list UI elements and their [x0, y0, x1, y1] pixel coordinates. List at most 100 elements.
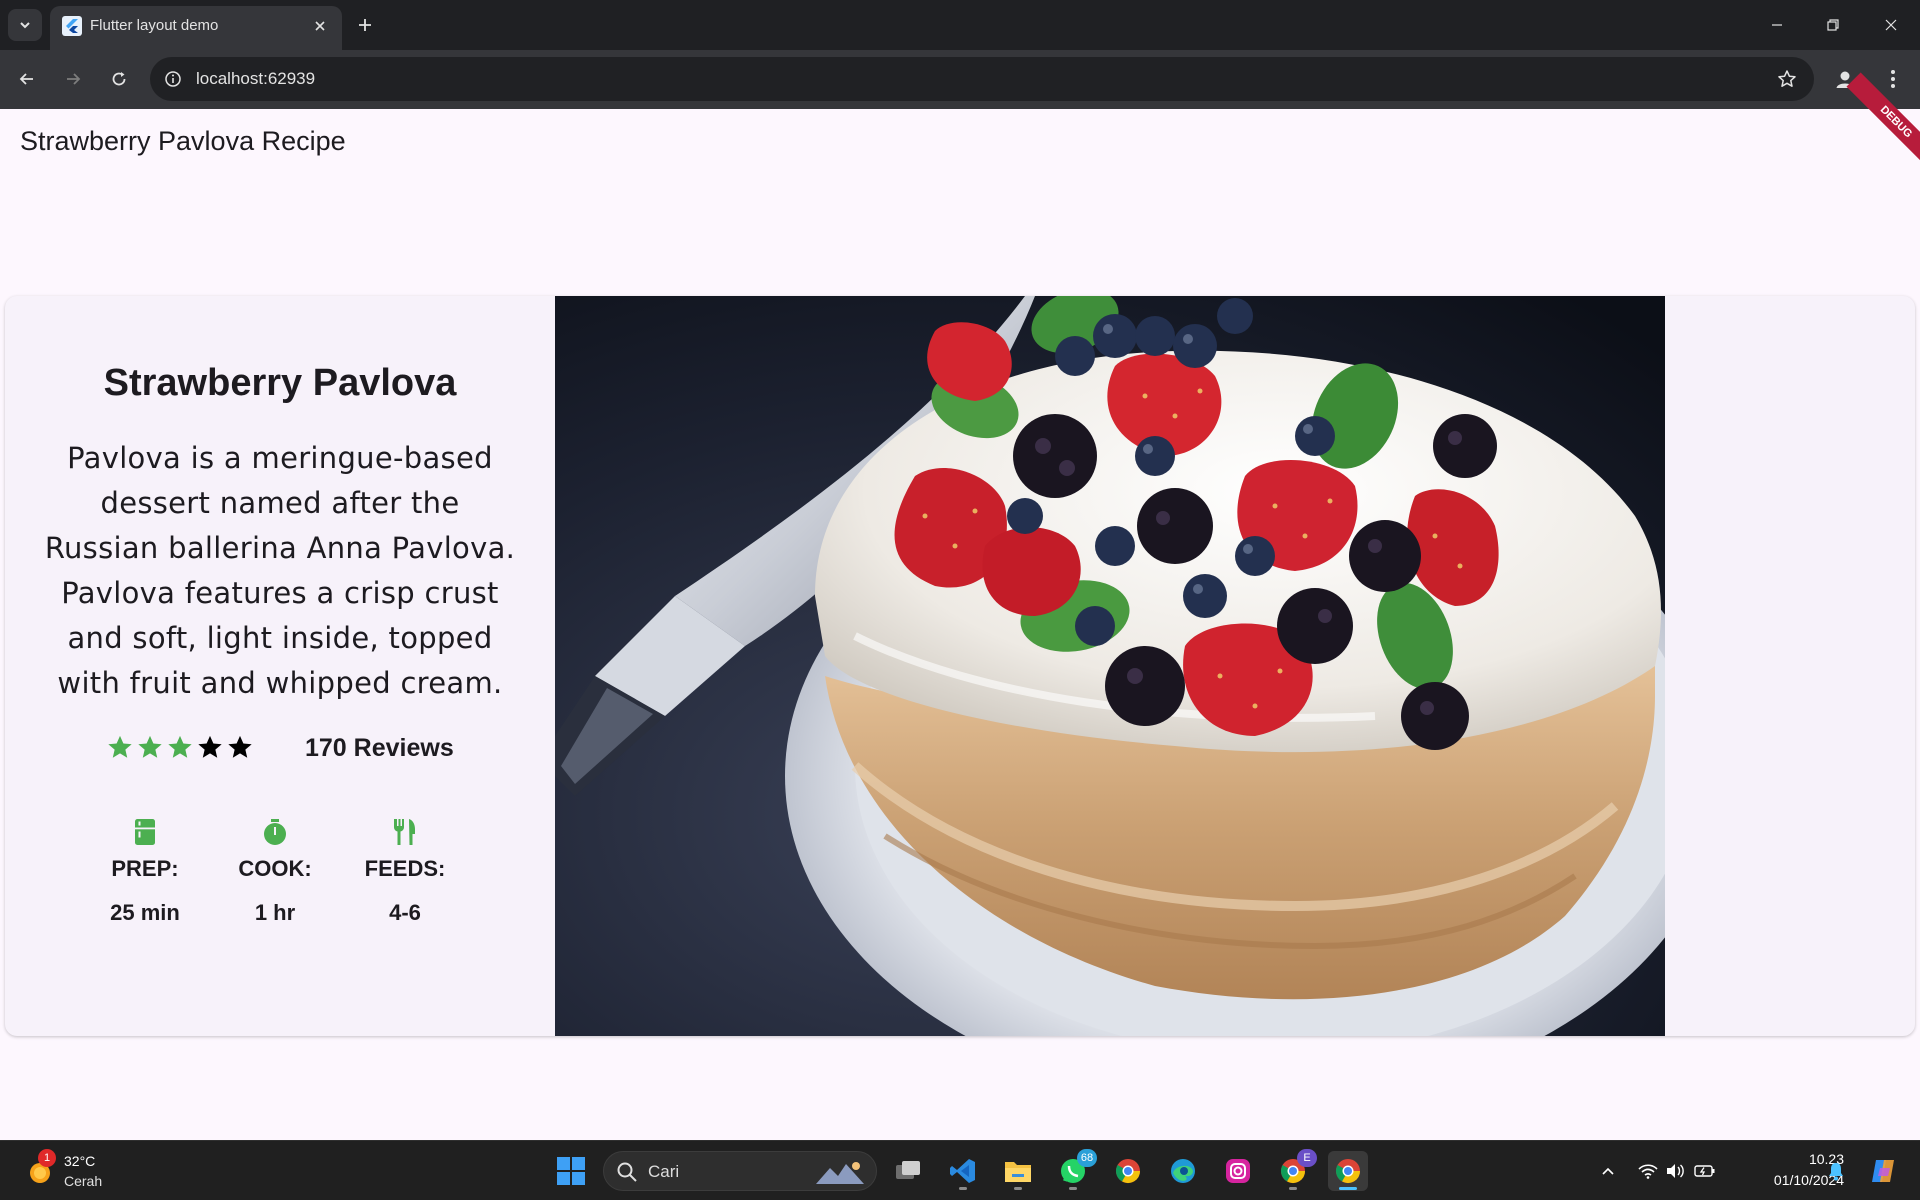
- new-tab-button[interactable]: [352, 12, 378, 38]
- url-text[interactable]: localhost:62939: [196, 69, 315, 89]
- battery-button[interactable]: [1693, 1159, 1717, 1183]
- taskbar-search[interactable]: Cari: [603, 1151, 877, 1191]
- wifi-button[interactable]: [1636, 1159, 1660, 1183]
- info-value: 4-6: [389, 900, 421, 925]
- speaker-icon: [1667, 1164, 1684, 1178]
- recipe-info-row: PREP: 25 min COOK: 1 hr FEEDS: 4-6: [85, 816, 485, 946]
- reload-button[interactable]: [104, 64, 134, 94]
- task-view-button[interactable]: [888, 1151, 928, 1191]
- browser-tab-bar: Flutter layout demo: [0, 0, 1920, 50]
- weather-badge: 1: [38, 1149, 56, 1167]
- tab-close-button[interactable]: [310, 16, 330, 36]
- chrome-profile-badge: E: [1297, 1149, 1317, 1167]
- info-value: 25 min: [110, 900, 180, 925]
- search-highlight-art-icon: [816, 1162, 864, 1184]
- star-icon: [165, 732, 195, 762]
- info-cook: COOK: 1 hr: [215, 816, 335, 926]
- bookmark-star-icon[interactable]: [1776, 68, 1798, 90]
- recipe-details-column: Strawberry Pavlova Pavlova is a meringue…: [5, 296, 555, 1036]
- show-hidden-icons-button[interactable]: [1596, 1159, 1620, 1183]
- taskbar-edge[interactable]: [1163, 1151, 1203, 1191]
- weather-condition: Cerah: [64, 1173, 103, 1189]
- weather-temp: 32°C: [64, 1153, 96, 1169]
- arrow-right-icon: [67, 73, 81, 85]
- chevron-down-icon: [20, 22, 30, 29]
- taskbar-chrome-profile[interactable]: E: [1273, 1149, 1317, 1191]
- close-window-button[interactable]: [1876, 10, 1906, 40]
- running-indicator: [959, 1187, 967, 1190]
- search-icon: [617, 1162, 637, 1182]
- minimize-icon: [1772, 24, 1782, 26]
- star-icon: [105, 732, 135, 762]
- timer-icon: [215, 816, 335, 848]
- notifications-button[interactable]: [1824, 1159, 1848, 1183]
- wifi-icon: [1638, 1164, 1658, 1179]
- info-prep: PREP: 25 min: [85, 816, 205, 926]
- search-placeholder: Cari: [648, 1162, 680, 1181]
- kitchen-icon: [85, 816, 205, 848]
- arrow-left-icon: [19, 73, 33, 85]
- taskbar-instagram[interactable]: [1218, 1151, 1258, 1191]
- star-icon: [195, 732, 225, 762]
- back-button[interactable]: [12, 64, 42, 94]
- info-value: 1 hr: [254, 900, 296, 925]
- taskbar-whatsapp[interactable]: 68: [1053, 1149, 1097, 1191]
- volume-button[interactable]: [1663, 1159, 1687, 1183]
- browser-menu-button[interactable]: [1878, 64, 1908, 94]
- star-icon: [225, 732, 255, 762]
- active-tab[interactable]: Flutter layout demo: [50, 6, 342, 50]
- app-bar-title: Strawberry Pavlova Recipe: [20, 126, 346, 156]
- plus-icon: [359, 19, 371, 31]
- taskbar-vscode[interactable]: [943, 1151, 983, 1191]
- reload-icon: [112, 72, 126, 86]
- restaurant-icon: [345, 816, 465, 848]
- running-indicator: [1014, 1187, 1022, 1190]
- bell-icon: [1829, 1163, 1843, 1181]
- info-label: COOK:: [238, 856, 312, 881]
- more-vert-icon: [1891, 70, 1895, 88]
- tab-title: Flutter layout demo: [90, 17, 219, 34]
- active-indicator: [1339, 1187, 1357, 1190]
- copilot-button[interactable]: [1866, 1154, 1900, 1188]
- windows-taskbar: 1 32°C Cerah Cari 68 E 10.23 01/10/2024: [0, 1140, 1920, 1200]
- address-bar[interactable]: localhost:62939: [150, 57, 1814, 101]
- chevron-up-icon: [1602, 1167, 1614, 1175]
- windows-logo-icon: [557, 1157, 585, 1185]
- recipe-card: Strawberry Pavlova Pavlova is a meringue…: [5, 296, 1915, 1036]
- flutter-favicon-icon: [62, 16, 82, 36]
- forward-button[interactable]: [58, 64, 88, 94]
- weather-widget[interactable]: 1 32°C Cerah: [24, 1149, 144, 1193]
- minimize-button[interactable]: [1762, 10, 1792, 40]
- running-indicator: [1069, 1187, 1077, 1190]
- vscode-icon: [950, 1159, 975, 1183]
- pavlova-photo: [555, 296, 1665, 1036]
- battery-charging-icon: [1694, 1165, 1715, 1177]
- taskbar-chrome[interactable]: [1108, 1151, 1148, 1191]
- info-label: PREP:: [111, 856, 179, 881]
- edge-icon: [1171, 1159, 1195, 1183]
- info-label: FEEDS:: [364, 856, 446, 881]
- star-icon: [135, 732, 165, 762]
- browser-toolbar: localhost:62939: [0, 50, 1920, 109]
- running-indicator: [1289, 1187, 1297, 1190]
- info-feeds: FEEDS: 4-6: [345, 816, 465, 926]
- taskbar-file-explorer[interactable]: [998, 1151, 1038, 1191]
- recipe-title: Strawberry Pavlova: [103, 362, 457, 404]
- tab-search-button[interactable]: [8, 9, 42, 41]
- recipe-description: Pavlova is a meringue-based dessert name…: [44, 441, 516, 700]
- close-icon: [315, 21, 325, 31]
- close-icon: [1885, 19, 1897, 31]
- chrome-icon: [1115, 1159, 1140, 1184]
- site-info-icon[interactable]: [162, 68, 184, 90]
- rating-row: [105, 730, 255, 764]
- restore-icon: [1827, 19, 1839, 31]
- chrome-icon: [1335, 1159, 1360, 1184]
- task-view-icon: [896, 1161, 920, 1179]
- copilot-icon: [1872, 1160, 1894, 1182]
- folder-icon: [1005, 1162, 1031, 1182]
- taskbar-chrome-active[interactable]: [1328, 1151, 1368, 1191]
- instagram-icon: [1226, 1159, 1250, 1183]
- restore-button[interactable]: [1818, 10, 1848, 40]
- star-rating: [105, 732, 255, 762]
- start-button[interactable]: [556, 1156, 586, 1186]
